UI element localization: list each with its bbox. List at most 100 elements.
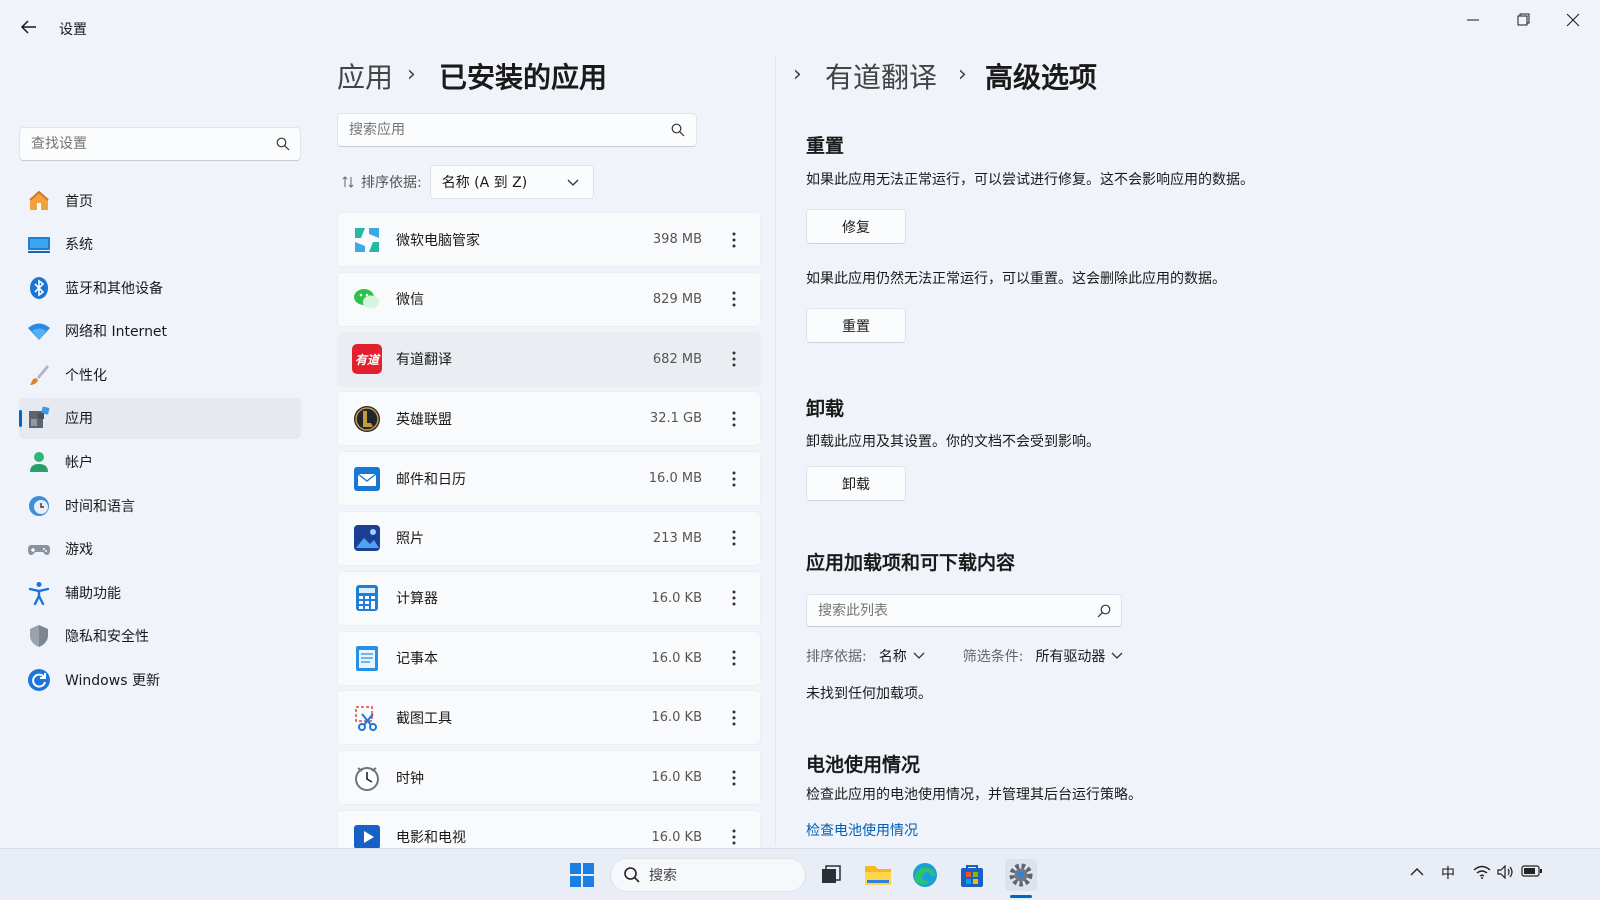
more-options-icon[interactable]: [724, 469, 744, 489]
app-row[interactable]: 英雄联盟 32.1 GB: [337, 391, 761, 447]
installed-app-list: 微软电脑管家 398 MB 微信 829 MB 有道 有道翻译 682 MB 英…: [337, 212, 761, 848]
app-row[interactable]: 邮件和日历 16.0 MB: [337, 451, 761, 507]
app-row[interactable]: 时钟 16.0 KB: [337, 750, 761, 806]
home-icon: [27, 189, 51, 213]
app-row-selected[interactable]: 有道 有道翻译 682 MB: [337, 331, 761, 387]
more-options-icon[interactable]: [724, 708, 744, 728]
uninstall-section-title: 卸载: [806, 398, 845, 420]
chevron-down-icon[interactable]: [1111, 652, 1123, 660]
breadcrumb-advanced-options: 高级选项: [985, 61, 1098, 94]
close-icon: [1566, 13, 1580, 27]
more-options-icon[interactable]: [724, 588, 744, 608]
app-size: 16.0 KB: [651, 770, 702, 786]
wifi-status-icon[interactable]: [1473, 865, 1491, 883]
calculator-icon: [352, 583, 382, 613]
sidebar-item-bluetooth[interactable]: 蓝牙和其他设备: [19, 267, 301, 308]
sidebar-item-gaming[interactable]: 游戏: [19, 529, 301, 570]
more-options-icon[interactable]: [724, 349, 744, 369]
clock-icon: [352, 763, 382, 793]
settings-search-box[interactable]: [19, 127, 301, 161]
repair-button[interactable]: 修复: [806, 209, 906, 244]
sidebar-item-accounts[interactable]: 帐户: [19, 442, 301, 483]
sidebar-item-system[interactable]: 系统: [19, 224, 301, 265]
search-icon[interactable]: [671, 123, 685, 137]
sort-row: 排序依据: 名称 (A 到 Z): [341, 165, 594, 199]
reset-button[interactable]: 重置: [806, 308, 906, 343]
sidebar-item-label: 隐私和安全性: [65, 629, 149, 646]
sidebar-item-personalization[interactable]: 个性化: [19, 354, 301, 395]
app-row[interactable]: 记事本 16.0 KB: [337, 630, 761, 686]
sidebar-item-network[interactable]: 网络和 Internet: [19, 311, 301, 352]
wifi-icon: [27, 319, 51, 343]
clock-globe-icon: [27, 494, 51, 518]
more-options-icon[interactable]: [724, 827, 744, 847]
uninstall-description: 卸载此应用及其设置。你的文档不会受到影响。: [806, 434, 1100, 450]
sidebar-item-accessibility[interactable]: 辅助功能: [19, 572, 301, 613]
settings-taskbar-button[interactable]: [1005, 859, 1037, 891]
back-button[interactable]: [18, 16, 40, 38]
league-icon: [352, 404, 382, 434]
ime-indicator[interactable]: 中: [1441, 863, 1455, 883]
app-name: 有道翻译: [396, 352, 452, 369]
taskbar-search-label: 搜索: [649, 868, 677, 884]
more-options-icon[interactable]: [724, 528, 744, 548]
sidebar-item-time-language[interactable]: 时间和语言: [19, 485, 301, 526]
close-button[interactable]: [1560, 10, 1586, 30]
sidebar-item-privacy[interactable]: 隐私和安全性: [19, 616, 301, 657]
chevron-down-icon[interactable]: [913, 652, 925, 660]
sidebar-item-apps[interactable]: 应用: [19, 397, 301, 439]
breadcrumb-installed-apps[interactable]: 已安装的应用: [439, 56, 607, 96]
minimize-button[interactable]: [1460, 10, 1486, 30]
addons-filter-row: 排序依据: 名称 筛选条件: 所有驱动器: [806, 646, 1161, 666]
app-row[interactable]: 计算器 16.0 KB: [337, 570, 761, 626]
more-options-icon[interactable]: [724, 230, 744, 250]
settings-search-input[interactable]: [20, 128, 260, 160]
store-button[interactable]: [956, 859, 988, 891]
movies-tv-icon: [352, 822, 382, 848]
battery-description: 检查此应用的电池使用情况，并管理其后台运行策略。: [806, 787, 1142, 803]
addons-search-box[interactable]: [806, 594, 1122, 627]
sidebar-item-home[interactable]: 首页: [19, 180, 301, 221]
file-explorer-button[interactable]: [862, 859, 894, 891]
store-icon: [961, 865, 983, 887]
edge-button[interactable]: [909, 859, 941, 891]
battery-icon[interactable]: [1521, 865, 1543, 881]
search-icon[interactable]: [276, 137, 290, 151]
taskbar-search[interactable]: 搜索: [610, 858, 806, 892]
app-search-input[interactable]: [338, 114, 658, 146]
app-name: 时钟: [396, 770, 424, 787]
check-battery-link[interactable]: 检查电池使用情况: [806, 820, 918, 840]
more-options-icon[interactable]: [724, 648, 744, 668]
addons-search-input[interactable]: [807, 595, 1087, 626]
breadcrumb-chevron-icon: ›: [958, 62, 967, 87]
search-icon[interactable]: [1097, 604, 1111, 618]
chevron-up-icon: [1410, 868, 1424, 876]
wechat-icon: [352, 284, 382, 314]
app-name: 英雄联盟: [396, 411, 452, 428]
addons-sort-dropdown[interactable]: 名称: [879, 646, 907, 666]
addons-filter-dropdown[interactable]: 所有驱动器: [1035, 646, 1105, 666]
sidebar-item-windows-update[interactable]: Windows 更新: [19, 660, 301, 701]
start-button[interactable]: [566, 859, 598, 891]
task-view-button[interactable]: [815, 859, 847, 891]
app-search-box[interactable]: [337, 113, 697, 147]
uninstall-button[interactable]: 卸载: [806, 466, 906, 501]
breadcrumb-apps[interactable]: 应用: [337, 56, 393, 96]
app-row[interactable]: 微信 829 MB: [337, 271, 761, 327]
app-row[interactable]: 电影和电视 16.0 KB: [337, 809, 761, 848]
more-options-icon[interactable]: [724, 768, 744, 788]
breadcrumb-chevron-icon: ›: [793, 62, 802, 87]
tray-overflow-button[interactable]: [1410, 865, 1424, 881]
more-options-icon[interactable]: [724, 409, 744, 429]
volume-icon[interactable]: [1497, 864, 1515, 883]
app-row[interactable]: 照片 213 MB: [337, 510, 761, 566]
breadcrumb-app[interactable]: 有道翻译: [825, 56, 937, 96]
more-options-icon[interactable]: [724, 289, 744, 309]
app-row[interactable]: 微软电脑管家 398 MB: [337, 212, 761, 267]
taskbar: 搜索 中: [0, 848, 1600, 900]
app-row[interactable]: 截图工具 16.0 KB: [337, 690, 761, 746]
sort-dropdown[interactable]: 名称 (A 到 Z): [429, 165, 594, 199]
edge-browser-icon: [913, 863, 937, 887]
restore-button[interactable]: [1510, 10, 1536, 30]
title-bar: 设置: [0, 0, 1600, 54]
